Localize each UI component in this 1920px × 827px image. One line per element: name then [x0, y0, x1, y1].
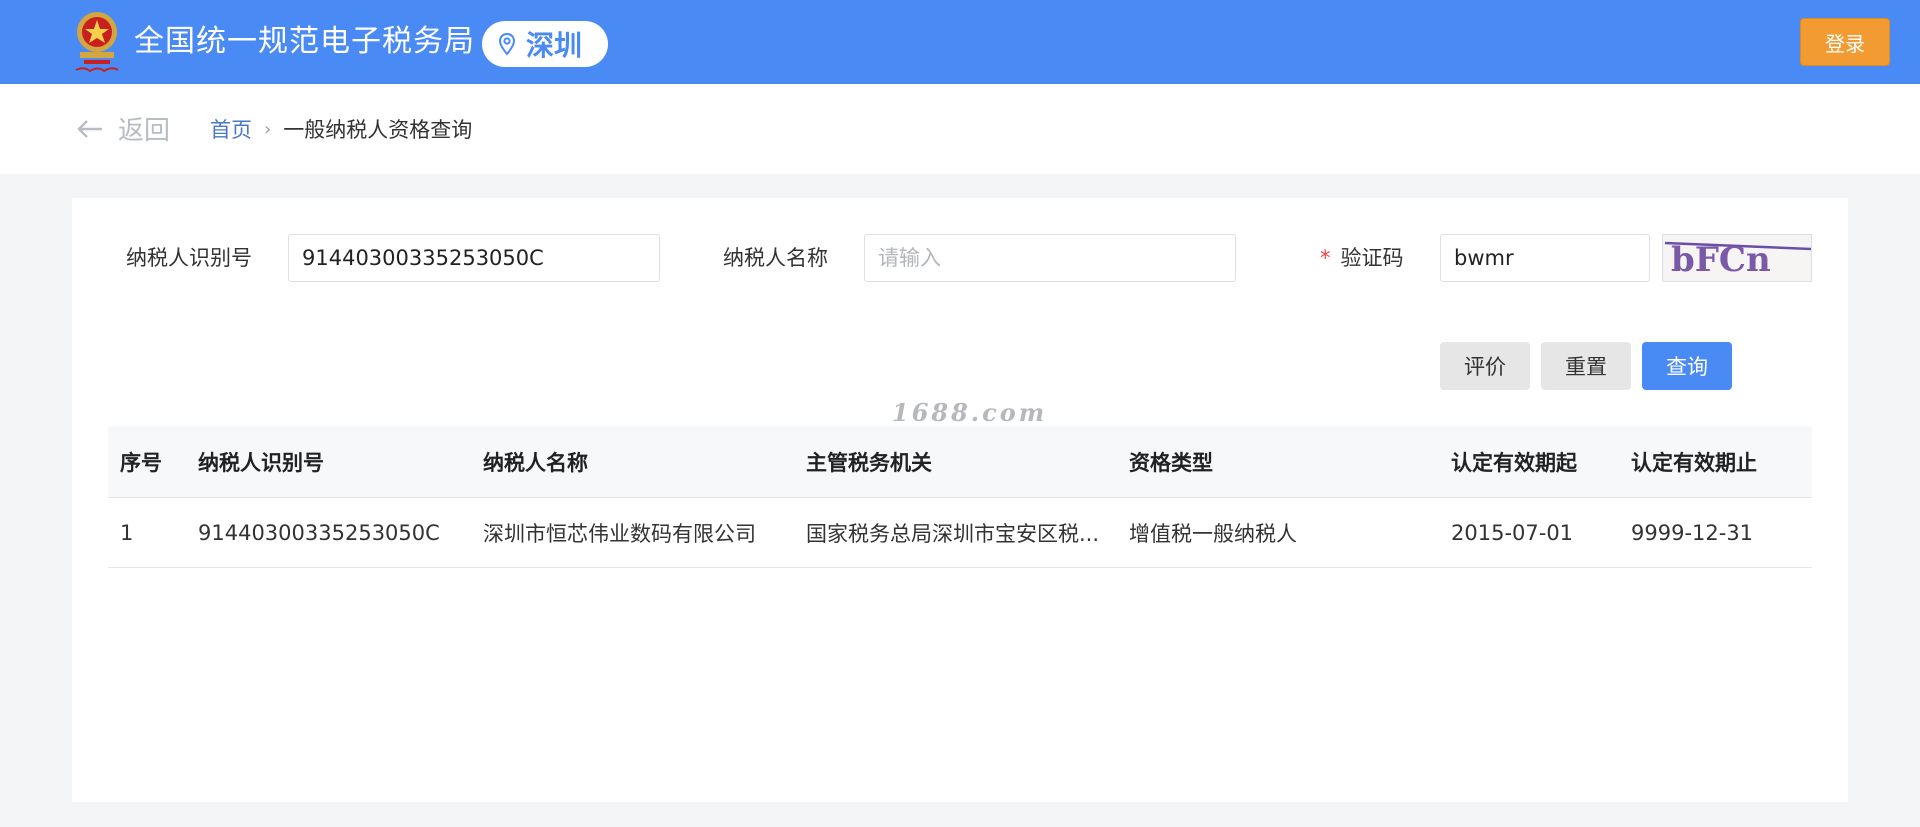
col-header-qualification-type: 资格类型 — [1129, 450, 1213, 475]
back-button[interactable]: 返回 — [76, 110, 170, 147]
required-mark: * — [1320, 246, 1331, 270]
site-title: 全国统一规范电子税务局 — [134, 24, 475, 59]
captcha-text: bFCn — [1671, 240, 1771, 280]
col-header-tax-authority: 主管税务机关 — [806, 450, 932, 475]
captcha-image[interactable]: bFCn — [1662, 234, 1812, 282]
arrow-left-icon — [77, 119, 102, 138]
col-header-valid-from: 认定有效期起 — [1451, 450, 1577, 475]
captcha-input[interactable] — [1440, 234, 1650, 282]
taxpayer-name-input[interactable] — [864, 234, 1236, 282]
cell-valid-from: 2015-07-01 — [1451, 520, 1574, 545]
query-panel: 纳税人识别号 纳税人名称 * 验证码 bFCn 评价 重置 查询 1688.com… — [72, 198, 1848, 802]
captcha-label-group: * 验证码 — [1320, 234, 1404, 282]
breadcrumb-current: 一般纳税人资格查询 — [283, 118, 473, 142]
back-label: 返回 — [118, 116, 171, 146]
taxpayer-name-label: 纳税人名称 — [723, 246, 828, 270]
city-selector[interactable]: 深圳 — [482, 21, 608, 67]
top-header: 全国统一规范电子税务局 深圳 登录 — [0, 0, 1920, 84]
col-header-taxpayer-id: 纳税人识别号 — [198, 450, 324, 475]
cell-taxpayer-id: 91440300335253050C — [198, 520, 440, 545]
breadcrumb-home-link[interactable]: 首页 — [210, 114, 252, 144]
breadcrumb-separator: › — [264, 118, 272, 140]
cell-index: 1 — [120, 520, 134, 545]
watermark: 1688.com — [892, 398, 1048, 427]
page-bottom-strip — [0, 808, 1920, 827]
taxpayer-id-label: 纳税人识别号 — [126, 246, 252, 270]
cell-qualification-type: 增值税一般纳税人 — [1129, 521, 1297, 546]
breadcrumb: 首页 › 一般纳税人资格查询 — [210, 114, 472, 144]
query-button[interactable]: 查询 — [1642, 342, 1732, 390]
evaluate-button[interactable]: 评价 — [1440, 342, 1530, 390]
captcha-label: 验证码 — [1340, 246, 1404, 270]
breadcrumb-bar: 返回 首页 › 一般纳税人资格查询 — [0, 84, 1920, 174]
results-table: 序号 纳税人识别号 纳税人名称 主管税务机关 资格类型 认定有效期起 认定有效期… — [108, 426, 1812, 568]
col-header-taxpayer-name: 纳税人名称 — [483, 450, 588, 475]
reset-button[interactable]: 重置 — [1541, 342, 1631, 390]
cell-taxpayer-name: 深圳市恒芯伟业数码有限公司 — [483, 521, 756, 546]
col-header-valid-to: 认定有效期止 — [1631, 450, 1757, 475]
col-header-index: 序号 — [120, 450, 162, 475]
login-button[interactable]: 登录 — [1800, 18, 1890, 66]
table-header-row: 序号 纳税人识别号 纳税人名称 主管税务机关 资格类型 认定有效期起 认定有效期… — [108, 426, 1812, 498]
cell-valid-to: 9999-12-31 — [1631, 520, 1754, 545]
city-name: 深圳 — [526, 29, 583, 62]
table-row: 1 91440300335253050C 深圳市恒芯伟业数码有限公司 国家税务总… — [108, 498, 1812, 568]
cell-tax-authority: 国家税务总局深圳市宝安区税... — [806, 521, 1100, 546]
location-pin-icon — [498, 32, 516, 56]
tax-emblem-icon — [75, 12, 119, 73]
taxpayer-id-input[interactable] — [288, 234, 660, 282]
